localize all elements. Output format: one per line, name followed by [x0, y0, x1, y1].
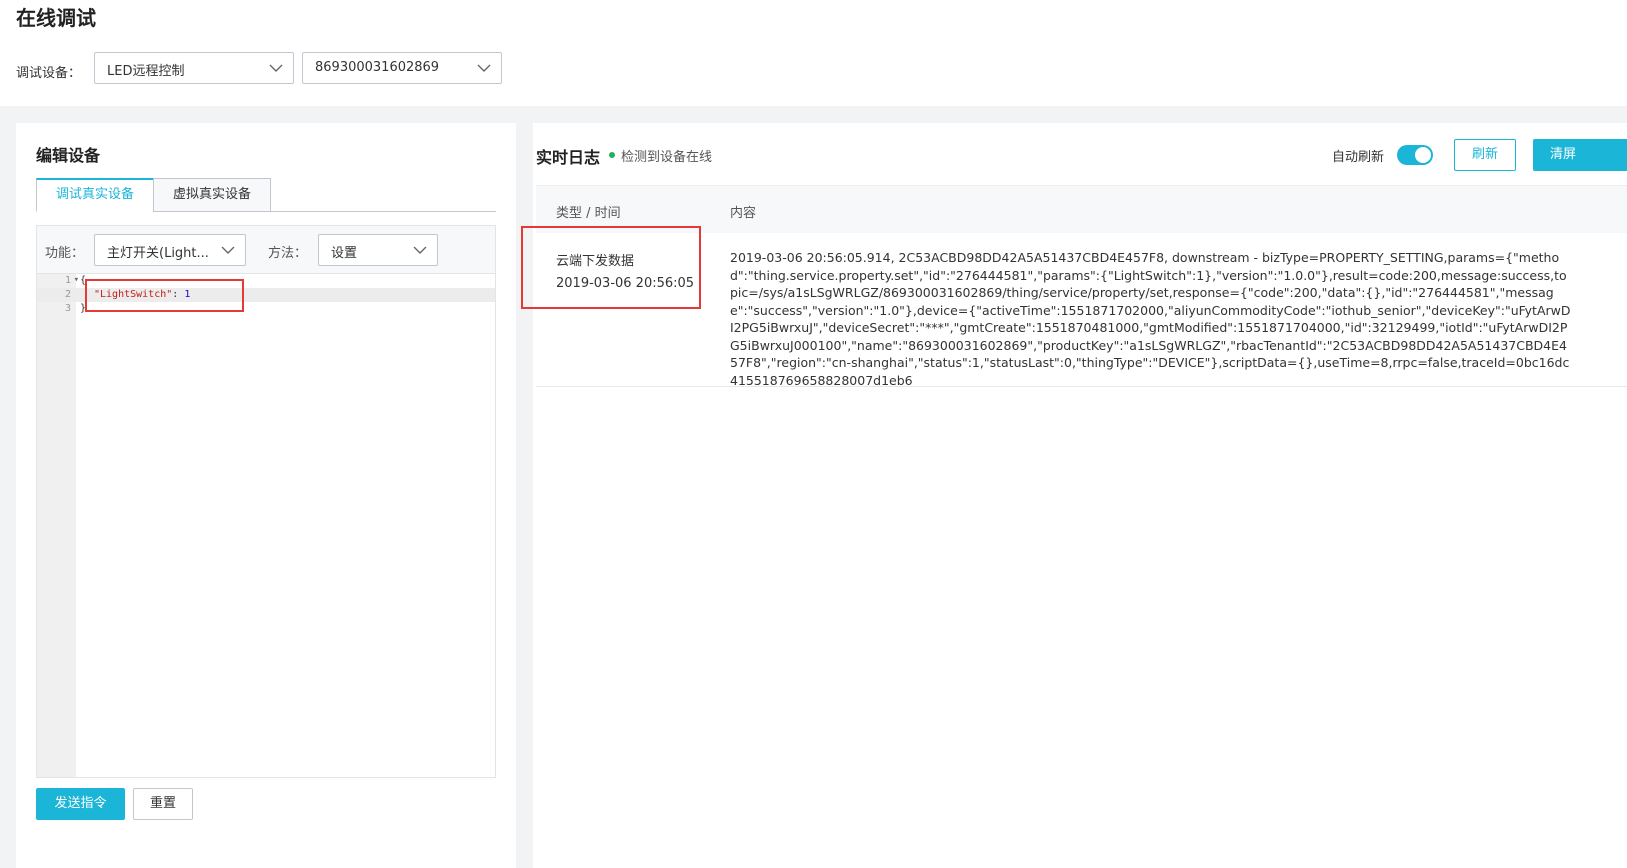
- edit-panel-title: 编辑设备: [36, 146, 101, 165]
- method-select-value: 设置: [331, 246, 358, 261]
- line-number: 3: [64, 303, 71, 314]
- method-label: 方法：: [268, 246, 308, 261]
- tab-virtual-device[interactable]: 虚拟真实设备: [153, 178, 271, 212]
- device-label: 调试设备：: [16, 66, 82, 81]
- device-status-text: 检测到设备在线: [621, 150, 713, 165]
- table-row: 云端下发数据 2019-03-06 20:56:05 2019-03-06 20…: [521, 226, 1627, 388]
- code-editor[interactable]: 1 2 3 { "LightSwitch": 1 }: [37, 274, 495, 777]
- realtime-log-panel: 实时日志 检测到设备在线 自动刷新 刷新 清屏 类型 / 时间 内容 云端下发数…: [521, 123, 1627, 868]
- toggle-knob: [1415, 147, 1431, 163]
- highlight-box: [521, 226, 701, 309]
- product-select[interactable]: LED远程控制: [94, 52, 294, 84]
- column-type-time: 类型 / 时间: [556, 206, 621, 221]
- edit-device-panel: 编辑设备 调试真实设备 虚拟真实设备 功能： 主灯开关(Light... 方法：…: [16, 123, 516, 868]
- online-status-icon: [609, 152, 615, 158]
- reset-button[interactable]: 重置: [133, 788, 193, 820]
- top-bar: 在线调试 调试设备： LED远程控制 869300031602869: [0, 0, 1627, 106]
- clear-screen-button[interactable]: 清屏: [1533, 139, 1627, 171]
- editor-box: 功能： 主灯开关(Light... 方法： 设置 1 2 3 { "Li: [36, 225, 496, 778]
- chevron-down-icon: [221, 245, 235, 255]
- debug-tabs: 调试真实设备 虚拟真实设备: [36, 178, 496, 212]
- log-panel-title: 实时日志: [536, 148, 601, 167]
- line-number: 1: [37, 275, 79, 286]
- tab-debug-real-device[interactable]: 调试真实设备: [36, 178, 154, 212]
- highlight-box: [85, 279, 244, 312]
- auto-refresh-label: 自动刷新: [1332, 150, 1385, 165]
- chevron-down-icon: [413, 245, 427, 255]
- editor-toolbar: 功能： 主灯开关(Light... 方法： 设置: [37, 226, 495, 274]
- column-content: 内容: [730, 206, 757, 221]
- function-select[interactable]: 主灯开关(Light...: [94, 234, 246, 266]
- function-select-value: 主灯开关(Light...: [107, 246, 209, 261]
- line-gutter: [37, 274, 76, 777]
- send-command-button[interactable]: 发送指令: [36, 788, 125, 820]
- auto-refresh-toggle[interactable]: [1397, 145, 1433, 165]
- log-content: 2019-03-06 20:56:05.914, 2C53ACBD98DD42A…: [730, 250, 1571, 388]
- page-title: 在线调试: [16, 6, 96, 30]
- chevron-down-icon: [477, 63, 491, 73]
- line-number: 2: [64, 289, 71, 300]
- device-select[interactable]: 869300031602869: [302, 52, 502, 84]
- refresh-button[interactable]: 刷新: [1454, 139, 1516, 171]
- function-label: 功能：: [45, 246, 85, 261]
- product-select-value: LED远程控制: [107, 64, 185, 79]
- method-select[interactable]: 设置: [318, 234, 438, 266]
- chevron-down-icon: [269, 63, 283, 73]
- device-select-value: 869300031602869: [315, 60, 440, 75]
